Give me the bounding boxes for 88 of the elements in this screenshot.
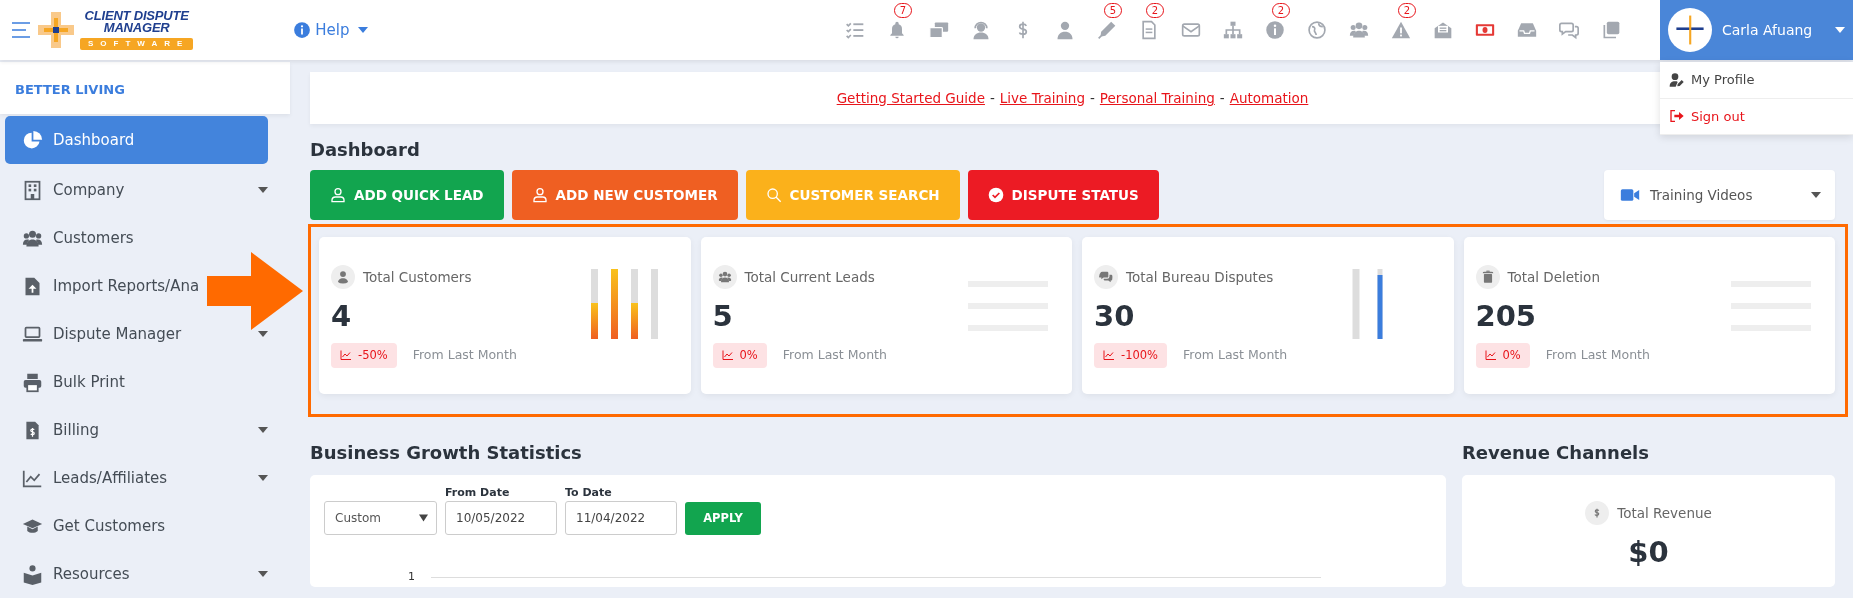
date-field[interactable]: 10/05/2022 <box>445 501 557 535</box>
user-menu-button[interactable]: Carla Afuang <box>1660 0 1853 60</box>
trash-icon <box>1475 265 1500 289</box>
field-label: From Date <box>445 485 511 501</box>
logo-icon <box>36 10 76 50</box>
stat-value: 5 <box>712 298 733 335</box>
search-icon <box>765 187 782 203</box>
stat-note: From Last Month <box>782 345 887 364</box>
field-label: To Date <box>565 485 613 501</box>
action-button[interactable]: ADD NEW CUSTOMER <box>511 170 738 220</box>
separator-text: - <box>1219 88 1225 108</box>
pie-chart-icon <box>22 129 43 151</box>
stat-title: Total Current Leads <box>744 267 875 287</box>
stat-title: Total Customers <box>363 267 472 287</box>
dollar-icon <box>1585 501 1610 525</box>
sidebar-item[interactable]: Dispute Manager <box>5 310 184 358</box>
sidebar-item[interactable]: Company <box>5 166 127 214</box>
stat-note: From Last Month <box>1545 345 1650 364</box>
logo-text: MANAGER <box>103 22 170 34</box>
user-edit-icon <box>1669 71 1685 88</box>
caret-icon <box>419 514 428 522</box>
notification-badge: 2 <box>1272 3 1290 18</box>
revenue-label: Total Revenue <box>1617 503 1712 523</box>
stat-title: Total Bureau Disputes <box>1126 267 1274 287</box>
info-icon <box>293 21 312 39</box>
avatar <box>1668 8 1712 52</box>
profile-link[interactable]: My Profile <box>1660 62 1853 99</box>
range-select[interactable]: Custom <box>324 501 437 535</box>
stat-value: 4 <box>331 298 352 335</box>
caret-icon <box>1811 192 1821 198</box>
sidebar-item[interactable]: Import Reports/Ana <box>5 262 202 310</box>
notification-badge: 2 <box>1398 3 1416 18</box>
action-button[interactable]: DISPUTE STATUS <box>967 170 1159 220</box>
stat-value: 30 <box>1094 298 1135 335</box>
page-title: Dashboard <box>310 138 421 162</box>
notification-badge: 5 <box>1104 3 1122 18</box>
notification-badge: 2 <box>1146 3 1164 18</box>
chat-icon <box>1094 265 1118 289</box>
change-badge: 0% <box>712 342 767 368</box>
training-videos-dropdown[interactable]: Training Videos <box>1604 170 1835 220</box>
stat-note: From Last Month <box>412 345 517 364</box>
axis-label: 1 <box>408 569 415 585</box>
caret-icon <box>357 27 368 33</box>
user-icon <box>531 187 548 203</box>
sidebar-item[interactable]: Dashboard <box>5 116 268 164</box>
stat-title: Total Deletion <box>1507 267 1600 287</box>
users-icon <box>712 265 737 289</box>
date-field[interactable]: 11/04/2022 <box>565 501 677 535</box>
change-badge: -100% <box>1094 342 1168 368</box>
section-title: Business Growth Statistics <box>310 441 583 465</box>
banner-link[interactable]: Getting Started Guide <box>836 87 985 109</box>
section-title: Revenue Channels <box>1462 441 1650 465</box>
sidebar-item[interactable]: Get Customers <box>5 502 168 550</box>
banner-link[interactable]: Live Training <box>999 87 1085 109</box>
separator-text: - <box>989 88 995 108</box>
check-circle-icon <box>987 187 1004 203</box>
action-button[interactable]: ADD QUICK LEAD <box>310 170 504 220</box>
change-badge: -50% <box>331 342 397 368</box>
sidebar-item[interactable]: Bulk Print <box>5 358 127 406</box>
change-badge: 0% <box>1475 342 1530 368</box>
reader-icon <box>22 563 43 585</box>
help-menu[interactable]: Help <box>289 16 372 44</box>
stat-value: 205 <box>1475 298 1537 335</box>
apply-button[interactable]: APPLY <box>685 502 761 535</box>
sidebar-item[interactable]: Leads/Affiliates <box>5 454 170 502</box>
user-icon <box>331 265 355 289</box>
menu-button[interactable] <box>12 22 30 38</box>
sign-out-icon <box>1669 108 1685 125</box>
sidebar-item[interactable]: Billing <box>5 406 101 454</box>
building-icon <box>22 179 43 201</box>
caret-icon <box>1835 27 1845 33</box>
sidebar-item[interactable]: Resources <box>5 550 132 598</box>
separator-text: - <box>1090 88 1095 108</box>
revenue-value: $0 <box>1628 534 1669 571</box>
banner-link[interactable]: Automation <box>1229 87 1309 109</box>
mini-bar-chart <box>1350 269 1384 341</box>
stat-note: From Last Month <box>1183 345 1288 364</box>
sitemap-button[interactable] <box>1222 19 1244 41</box>
sidebar-item[interactable]: Customers <box>5 214 136 262</box>
printer-icon <box>22 371 43 393</box>
logo-text: CLIENT DISPUTE <box>84 10 189 22</box>
company-name: BETTER LIVING <box>0 62 290 114</box>
banner-link[interactable]: Personal Training <box>1099 87 1215 109</box>
user-icon <box>330 187 346 203</box>
logo-tagline: SOFTWARE <box>80 38 194 50</box>
notification-badge: 7 <box>894 3 912 18</box>
globe-button[interactable] <box>1306 19 1328 41</box>
sign-out-link[interactable]: Sign out <box>1660 98 1853 135</box>
